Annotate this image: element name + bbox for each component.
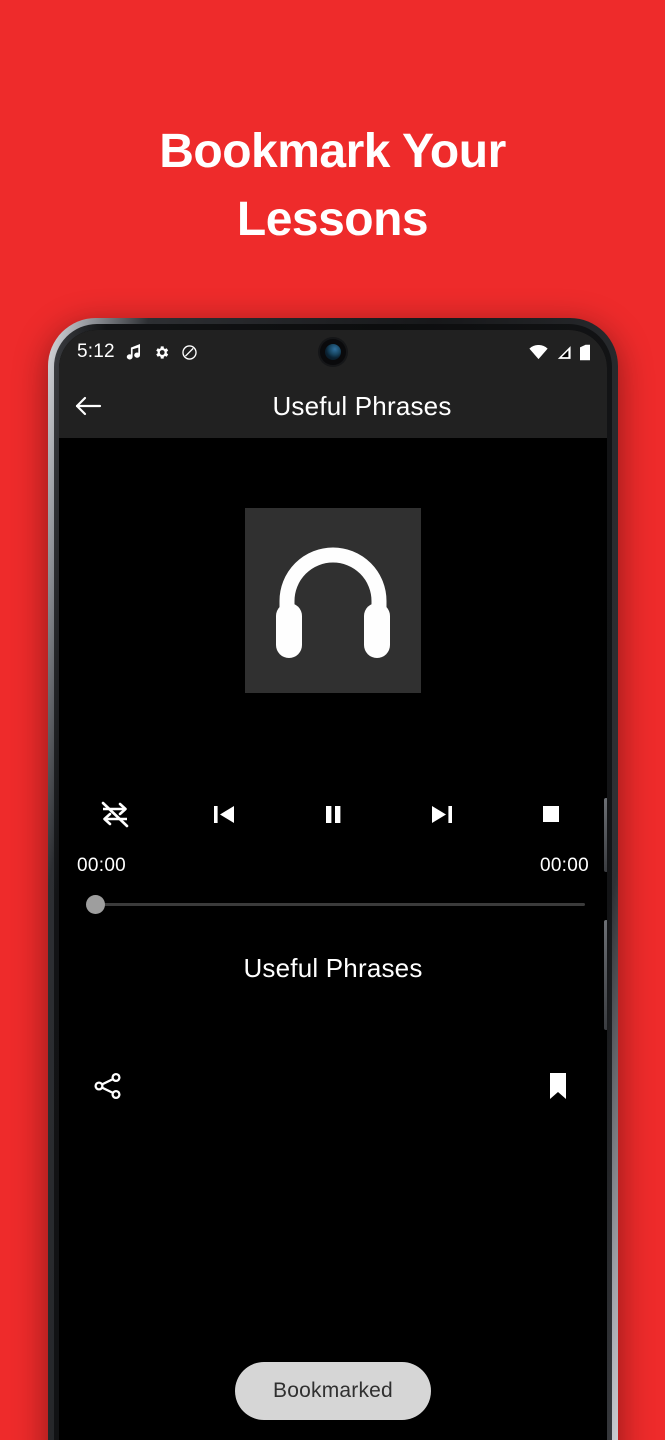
phone-screen: 5:12 Useful Phrases 00:00 00:00 Useful P… [59,330,607,1440]
phone-bezel: 5:12 Useful Phrases 00:00 00:00 Useful P… [54,324,612,1440]
do-not-disturb-icon [181,344,198,361]
track-title: Useful Phrases [243,953,423,983]
previous-track-icon [214,806,234,823]
audio-player: 00:00 00:00 Useful Phrases Bookmarked [59,438,607,1440]
status-bar-left: 5:12 [77,341,198,363]
seek-track [87,902,585,906]
artwork-container [59,438,607,693]
seek-thumb[interactable] [86,894,105,914]
wifi-icon [529,344,548,360]
status-bar: 5:12 [59,330,607,374]
stop-icon [543,806,559,822]
elapsed-time: 00:00 [77,855,127,876]
battery-icon [579,344,591,361]
promo-headline: Bookmark Your Lessons [159,125,506,247]
toast-layer: Bookmarked [59,1362,607,1420]
status-bar-right [529,344,591,361]
gear-icon [153,344,170,361]
stop-button[interactable] [521,787,581,841]
bookmark-icon [550,1073,566,1099]
next-button[interactable] [412,787,472,841]
time-labels: 00:00 00:00 [59,855,607,877]
repeat-off-icon [101,801,129,828]
cellular-signal-icon [555,345,572,360]
volume-button[interactable] [604,920,607,1030]
total-time: 00:00 [539,855,589,876]
album-artwork [245,508,421,693]
status-bar-clock: 5:12 [77,341,115,362]
pause-icon [326,806,341,823]
previous-button[interactable] [194,787,254,841]
playback-controls [59,787,607,841]
player-actions [59,1060,607,1112]
headphones-icon [276,547,390,658]
app-bar: Useful Phrases [59,374,607,438]
page-title: Useful Phrases [272,390,452,421]
next-track-icon [432,806,452,823]
repeat-off-button[interactable] [85,787,145,841]
phone-device-frame: 5:12 Useful Phrases 00:00 00:00 Useful P… [48,318,618,1440]
camera-lens [325,344,341,360]
toast-message: Bookmarked [235,1362,431,1420]
share-button[interactable] [81,1060,135,1112]
share-icon [94,1072,121,1100]
music-note-icon [126,343,142,361]
power-button[interactable] [604,798,607,872]
front-camera-punch-hole [320,339,346,365]
pause-button[interactable] [303,787,363,841]
seek-bar[interactable] [77,893,589,915]
bookmark-button[interactable] [531,1060,585,1112]
